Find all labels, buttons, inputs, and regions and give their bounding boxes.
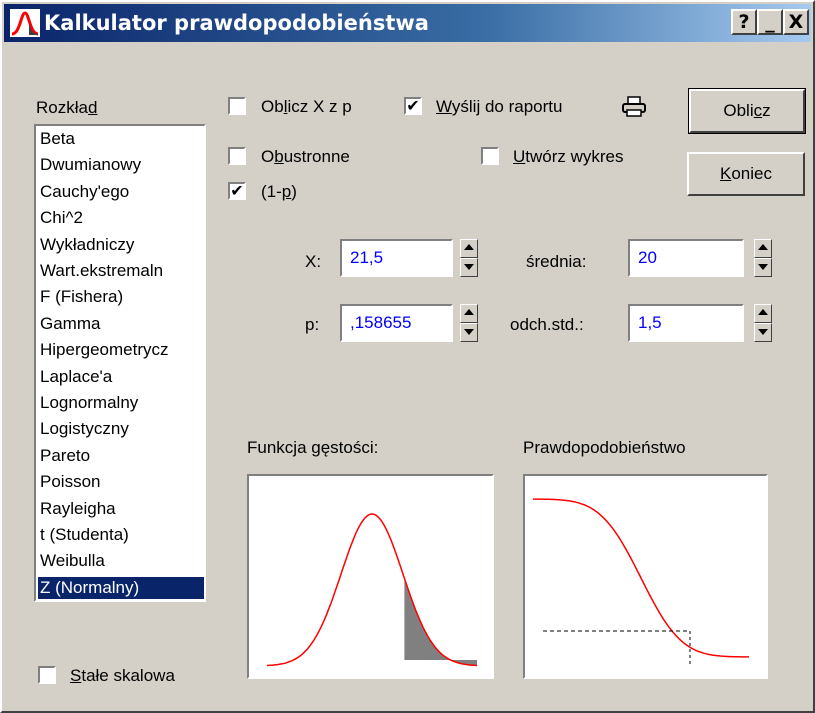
list-item[interactable]: Logistyczny <box>38 418 204 440</box>
probability-plot <box>523 474 768 679</box>
list-item[interactable]: Poisson <box>38 471 204 493</box>
list-item[interactable]: Beta <box>38 128 204 150</box>
printer-icon[interactable] <box>621 96 647 118</box>
one-minus-p-checkbox[interactable]: ✔ <box>228 181 246 200</box>
srednia-spin-down-icon[interactable] <box>754 258 772 277</box>
oblicz-x-checkbox[interactable] <box>228 97 246 115</box>
density-plot-title: Funkcja gęstości: <box>247 438 379 457</box>
density-curve <box>266 513 478 667</box>
x-spin-up-icon[interactable] <box>460 239 478 258</box>
obustronne-checkbox[interactable] <box>228 147 246 165</box>
probability-curve <box>533 498 749 658</box>
odch-std-spin-down-icon[interactable] <box>754 323 772 342</box>
p-input[interactable]: ,158655 <box>340 304 453 342</box>
list-item[interactable]: Wykładniczy <box>38 234 204 256</box>
p-spinner[interactable] <box>460 304 478 342</box>
utworz-wykres-label: Utwórz wykres <box>513 147 624 166</box>
x-label: X: <box>305 252 322 271</box>
list-item[interactable]: Dwumianowy <box>38 154 204 176</box>
utworz-wykres-checkbox[interactable] <box>481 147 499 165</box>
density-plot-canvas <box>266 513 478 667</box>
list-item[interactable]: Laplace'a <box>38 366 204 388</box>
koniec-button[interactable]: Koniec <box>687 152 805 196</box>
distribution-label: Rozkład <box>36 98 98 117</box>
dialog-window: Kalkulator prawdopodobieństwa ? _ X Rozk… <box>0 0 815 713</box>
oblicz-x-label: Oblicz X z p <box>261 97 352 116</box>
list-item[interactable]: Rayleigha <box>38 498 204 520</box>
stale-skalowanie-label: Stałe skalowa <box>70 666 175 685</box>
list-item[interactable]: Weibulla <box>38 550 204 572</box>
title-bar[interactable]: Kalkulator prawdopodobieństwa ? _ X <box>4 4 811 42</box>
wyslij-label: Wyślij do raportu <box>436 97 563 116</box>
minimize-button[interactable]: _ <box>757 9 783 35</box>
stale-skalowanie-checkbox[interactable] <box>38 666 56 684</box>
close-button[interactable]: X <box>783 9 809 35</box>
srednia-spin-up-icon[interactable] <box>754 239 772 258</box>
list-item[interactable]: Chi^2 <box>38 207 204 229</box>
srednia-input[interactable]: 20 <box>628 239 744 277</box>
x-spinner[interactable] <box>460 239 478 277</box>
list-item[interactable]: Gamma <box>38 313 204 335</box>
list-item[interactable]: t (Studenta) <box>38 524 204 546</box>
x-input[interactable]: 21,5 <box>340 239 453 277</box>
bell-curve-app-icon <box>10 9 40 37</box>
list-item[interactable]: Wart.ekstremaln <box>38 260 204 282</box>
srednia-label: średnia: <box>526 252 587 271</box>
odch-std-label: odch.std.: <box>510 315 584 334</box>
distribution-listbox[interactable]: Beta Dwumianowy Cauchy'ego Chi^2 Wykładniczy… <box>34 124 206 602</box>
list-item[interactable]: Z (Normalny) <box>38 576 204 599</box>
oblicz-button[interactable]: Oblicz <box>688 88 806 134</box>
list-item[interactable]: Cauchy'ego <box>38 181 204 203</box>
odch-std-input[interactable]: 1,5 <box>628 304 744 342</box>
one-minus-p-label: (1-p) <box>261 182 297 201</box>
list-item[interactable]: Hipergeometrycz <box>38 339 204 361</box>
odch-std-spinner[interactable] <box>754 304 772 342</box>
probability-plot-title: Prawdopodobieństwo <box>523 438 686 457</box>
p-label: p: <box>305 315 320 334</box>
list-item[interactable]: Lognormalny <box>38 392 204 414</box>
x-spin-down-icon[interactable] <box>460 258 478 277</box>
window-title: Kalkulator prawdopodobieństwa <box>44 11 429 35</box>
p-spin-down-icon[interactable] <box>460 323 478 342</box>
probability-plot-canvas <box>533 498 749 666</box>
list-item[interactable]: Pareto <box>38 445 204 467</box>
density-plot <box>247 474 494 679</box>
wyslij-checkbox[interactable]: ✔ <box>404 96 422 115</box>
obustronne-label: Obustronne <box>261 147 350 166</box>
help-button[interactable]: ? <box>731 9 757 35</box>
srednia-spinner[interactable] <box>754 239 772 277</box>
odch-std-spin-up-icon[interactable] <box>754 304 772 323</box>
list-item[interactable]: F (Fishera) <box>38 286 204 308</box>
p-spin-up-icon[interactable] <box>460 304 478 323</box>
